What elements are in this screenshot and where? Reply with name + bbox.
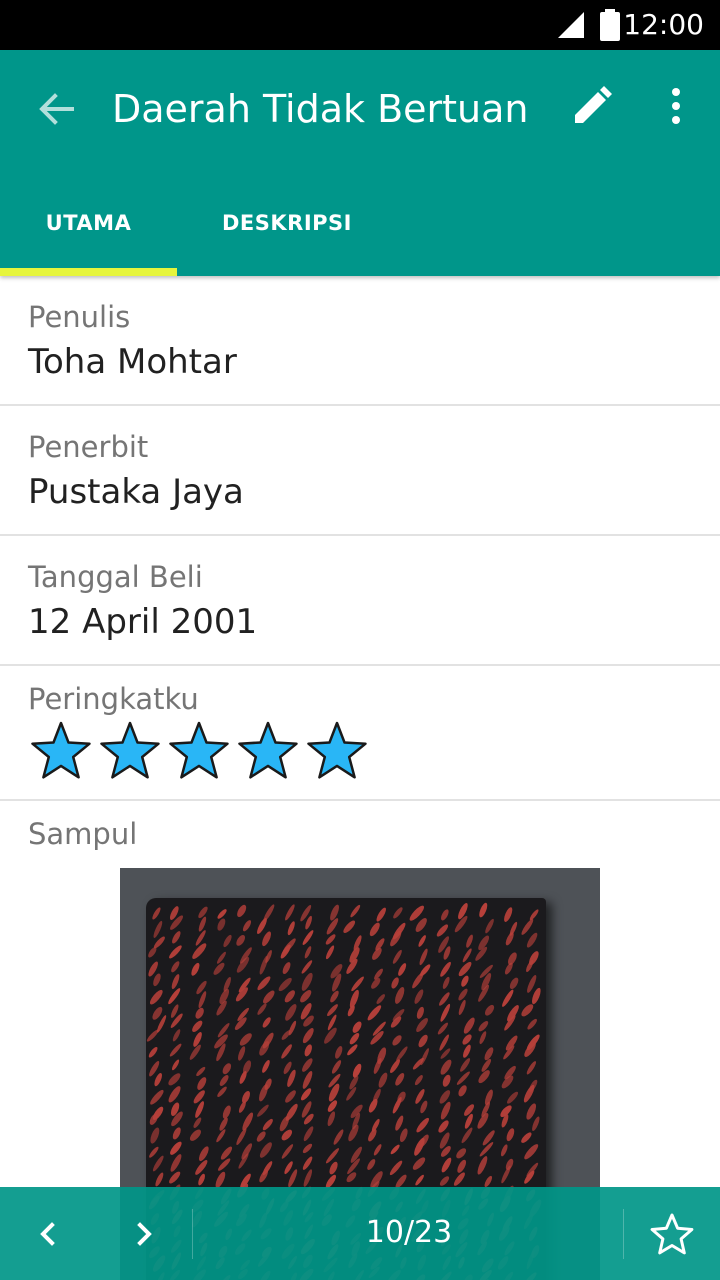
divider [623,1209,624,1259]
penerbit-value: Pustaka Jaya [28,472,244,512]
penulis-value: Toha Mohtar [28,342,237,382]
bottom-nav-bar: 10/23 [0,1187,720,1280]
tab-utama[interactable]: UTAMA [0,198,177,248]
penulis-row: Penulis Toha Mohtar [0,276,720,406]
rating-label: Peringkatku [28,682,199,716]
rating-star-icon [31,721,91,779]
app-bar: Daerah Tidak Bertuan UTAMA DESKRIPSI [0,50,720,276]
rating-star-icon [169,721,229,779]
chevron-left-icon[interactable] [25,1211,71,1257]
tanggal-beli-value: 12 April 2001 [28,602,258,642]
penerbit-label: Penerbit [28,430,149,464]
rating-star-icon [100,721,160,779]
battery-icon [600,9,620,41]
rating-star-icon [307,721,367,779]
back-arrow-icon[interactable] [34,86,80,132]
pencil-icon[interactable] [570,84,614,128]
page-counter: 10/23 [365,1215,453,1250]
page-title: Daerah Tidak Bertuan [112,87,529,131]
divider [192,1209,193,1259]
signal-icon [558,12,584,38]
tab-deskripsi[interactable]: DESKRIPSI [177,198,397,248]
penerbit-row: Penerbit Pustaka Jaya [0,406,720,536]
more-vert-icon[interactable] [660,84,692,128]
rating-star-icon [238,721,298,779]
sampul-label: Sampul [28,817,138,851]
status-bar: 12:00 [0,0,720,50]
tanggal-beli-label: Tanggal Beli [28,560,203,594]
status-time: 12:00 [623,8,704,41]
penulis-label: Penulis [28,300,131,334]
tab-indicator [0,268,177,276]
chevron-right-icon[interactable] [121,1211,167,1257]
star-outline-icon[interactable] [649,1211,695,1257]
tanggal-beli-row: Tanggal Beli 12 April 2001 [0,536,720,666]
